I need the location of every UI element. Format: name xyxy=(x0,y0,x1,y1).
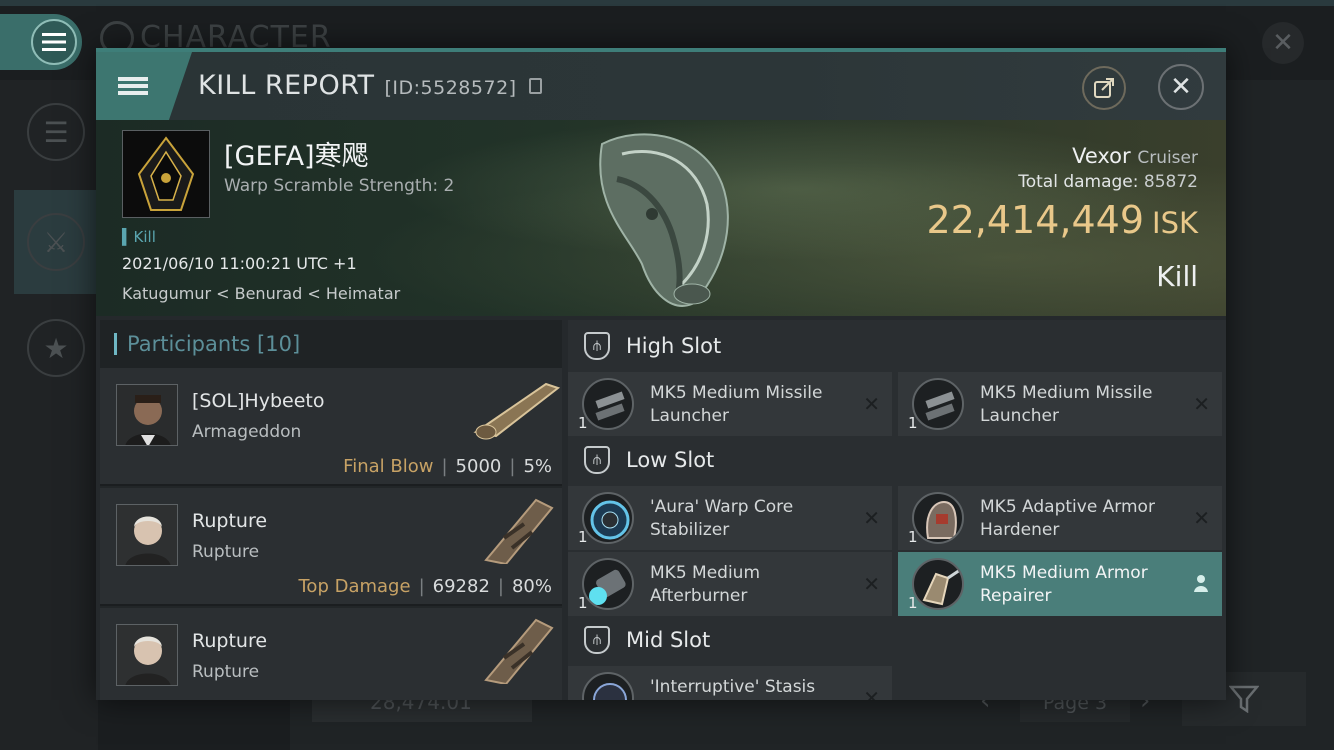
rail-item-list[interactable]: ☰ xyxy=(14,80,98,184)
participant-row[interactable]: Rupture Rupture Top Damage | 69282 | 80% xyxy=(100,488,562,606)
total-damage: Total damage: 85872 xyxy=(1018,172,1198,192)
participants-panel: Participants [10] [SOL]Hybeeto Armageddo… xyxy=(100,320,562,700)
background-close-button[interactable]: ✕ xyxy=(1262,22,1304,64)
item-name: 'Interruptive' Stasis xyxy=(650,677,816,697)
kill-report-id: [ID:5528572] xyxy=(384,77,517,99)
isk-value: 22,414,449 ISK xyxy=(926,198,1198,242)
low-slot-header: ⫛ Low Slot xyxy=(568,436,1226,484)
victim-ship-class: Cruiser xyxy=(1137,148,1198,168)
participant-ship: Rupture xyxy=(192,542,260,562)
kill-report-window: KILL REPORT [ID:5528572] ✕ [GEFA]寒飔 Warp… xyxy=(96,48,1226,700)
destroyed-x-icon: ✕ xyxy=(1193,392,1210,416)
victim-banner: [GEFA]寒飔 Warp Scramble Strength: 2 ▍Kill… xyxy=(96,120,1226,316)
list-icon: ☰ xyxy=(27,103,85,161)
dropped-person-icon xyxy=(1194,575,1208,592)
participant-damage: 69282 xyxy=(432,576,490,597)
fitting-item[interactable]: 1 MK5 Medium Missile Launcher ✕ xyxy=(898,372,1222,436)
kill-timestamp: 2021/06/10 11:00:21 UTC +1 xyxy=(122,254,357,273)
item-name: MK5 Medium Missile Launcher xyxy=(980,383,1153,426)
menu-icon xyxy=(118,74,148,98)
mid-slot-header: ⫛ Mid Slot xyxy=(568,616,1226,664)
rail-item-medals[interactable]: ★ xyxy=(14,296,98,400)
vexor-ship-image xyxy=(599,133,729,307)
participant-ship: Armageddon xyxy=(192,422,302,442)
kill-result: Kill xyxy=(1156,260,1198,293)
armageddon-ship-image xyxy=(473,382,561,440)
item-name: MK5 Adaptive Armor Hardener xyxy=(980,497,1155,540)
victim-ship-name: Vexor Cruiser xyxy=(1072,144,1198,168)
item-name: 'Aura' Warp Core Stabilizer xyxy=(650,497,794,540)
fitting-slots-panel: ⫛ High Slot 1 MK5 Medium Missile Launche… xyxy=(568,320,1226,700)
close-button[interactable]: ✕ xyxy=(1158,64,1204,110)
participants-header: Participants [10] xyxy=(100,320,562,368)
missile-launcher-icon xyxy=(912,378,964,430)
participant-percent: 5% xyxy=(523,456,552,477)
fitting-item[interactable]: 1 MK5 Medium Afterburner ✕ xyxy=(568,552,892,616)
kill-report-title: KILL REPORT [ID:5528572] xyxy=(198,70,542,101)
participant-stats: Top Damage | 69282 | 80% xyxy=(298,576,553,597)
afterburner-icon xyxy=(582,558,634,610)
high-slot-header: ⫛ High Slot xyxy=(568,322,1226,370)
final-blow-tag: Final Blow xyxy=(343,456,434,477)
participant-avatar xyxy=(116,504,178,566)
victim-portrait xyxy=(122,130,210,218)
kill-report-menu-button[interactable] xyxy=(96,52,192,120)
fitting-item[interactable]: 1 MK5 Medium Missile Launcher ✕ xyxy=(568,372,892,436)
main-menu-button[interactable] xyxy=(0,14,82,70)
participant-damage: 5000 xyxy=(455,456,502,477)
armor-hardener-icon xyxy=(912,492,964,544)
fitting-item[interactable]: 1 MK5 Adaptive Armor Hardener ✕ xyxy=(898,486,1222,550)
filter-icon xyxy=(1229,685,1259,713)
crossed-swords-icon: ⚔ xyxy=(27,213,85,271)
background-side-rail: ☰ ⚔ ★ xyxy=(0,80,98,750)
destroyed-x-icon: ✕ xyxy=(863,392,880,416)
participant-row[interactable]: Rupture Rupture xyxy=(100,608,562,700)
low-slot-icon: ⫛ xyxy=(584,446,610,474)
background-top-bar xyxy=(0,0,1334,6)
rail-item-combat[interactable]: ⚔ xyxy=(14,190,98,294)
fitting-item[interactable]: 1 MK5 Medium Armor Repairer xyxy=(898,552,1222,616)
kill-tag: ▍Kill xyxy=(122,228,156,246)
top-damage-tag: Top Damage xyxy=(298,576,411,597)
warp-core-stabilizer-icon xyxy=(582,492,634,544)
destroyed-x-icon: ✕ xyxy=(1193,506,1210,530)
victim-name: [GEFA]寒飔 xyxy=(224,141,369,172)
participant-stats: Final Blow | 5000 | 5% xyxy=(343,456,552,477)
fitting-item[interactable]: 1 'Interruptive' Stasis ✕ xyxy=(568,666,892,700)
rupture-ship-image xyxy=(484,498,554,564)
share-button[interactable] xyxy=(1082,66,1126,110)
item-name: MK5 Medium Missile Launcher xyxy=(650,383,823,426)
mid-slot-icon: ⫛ xyxy=(584,626,610,654)
participant-avatar xyxy=(116,384,178,446)
participant-ship: Rupture xyxy=(192,662,260,682)
stasis-webifier-icon xyxy=(582,672,634,700)
participant-percent: 80% xyxy=(511,576,552,597)
item-name: MK5 Medium Afterburner xyxy=(650,563,761,606)
menu-icon xyxy=(31,19,77,65)
high-slot-icon: ⫛ xyxy=(584,332,610,360)
participant-name: Rupture xyxy=(192,630,268,652)
rupture-ship-image xyxy=(484,618,554,684)
destroyed-x-icon: ✕ xyxy=(863,686,880,700)
armor-repairer-icon xyxy=(912,558,964,610)
participant-name: [SOL]Hybeeto xyxy=(192,390,325,412)
destroyed-x-icon: ✕ xyxy=(863,506,880,530)
copy-icon[interactable] xyxy=(528,78,542,94)
victim-avatar-icon xyxy=(137,136,195,211)
star-icon: ★ xyxy=(27,319,85,377)
participant-name: Rupture xyxy=(192,510,268,532)
participant-row[interactable]: [SOL]Hybeeto Armageddon Final Blow | 500… xyxy=(100,368,562,486)
item-name: MK5 Medium Armor Repairer xyxy=(980,563,1148,606)
participant-avatar xyxy=(116,624,178,686)
share-icon xyxy=(1094,78,1114,98)
kill-report-header: KILL REPORT [ID:5528572] ✕ xyxy=(96,52,1226,120)
kill-location: Katugumur < Benurad < Heimatar xyxy=(122,284,401,303)
fitting-item[interactable]: 1 'Aura' Warp Core Stabilizer ✕ xyxy=(568,486,892,550)
missile-launcher-icon xyxy=(582,378,634,430)
warp-scramble-strength: Warp Scramble Strength: 2 xyxy=(224,176,455,196)
destroyed-x-icon: ✕ xyxy=(863,572,880,596)
